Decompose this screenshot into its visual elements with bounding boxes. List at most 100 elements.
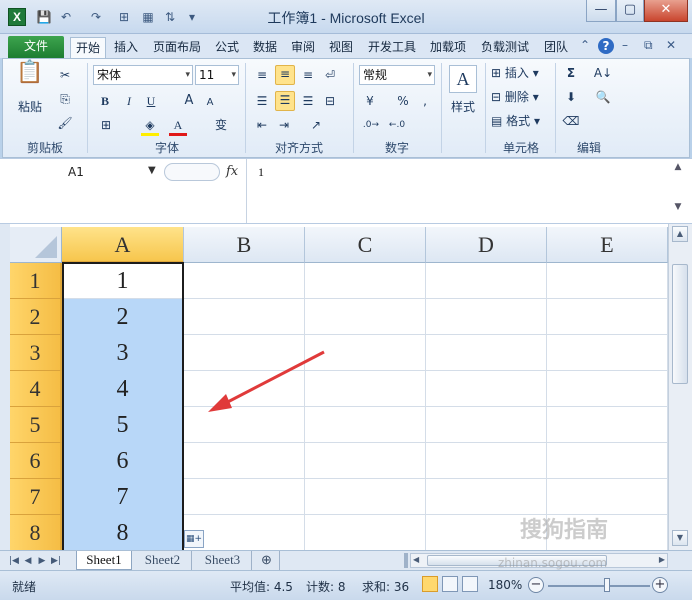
tab-developer[interactable]: 开发工具 — [364, 37, 420, 58]
page-break-view-icon[interactable] — [462, 576, 478, 592]
zoom-slider-thumb[interactable] — [604, 578, 610, 592]
orientation-icon[interactable]: ↗ — [305, 117, 327, 133]
zoom-in-icon[interactable]: + — [652, 577, 668, 593]
formula-scroll-down-icon[interactable]: ▼ — [670, 202, 686, 218]
prev-sheet-button[interactable]: ◀ — [22, 554, 34, 568]
formula-resize-handle[interactable] — [164, 163, 220, 181]
shrink-font-button[interactable]: A — [203, 95, 217, 111]
zoom-level[interactable]: 180% — [488, 578, 522, 592]
cell[interactable] — [547, 299, 668, 335]
align-middle-icon[interactable]: ≡ — [275, 65, 295, 85]
sheet-tab-sheet2[interactable]: Sheet2 — [134, 551, 192, 570]
tab-insert[interactable]: 插入 — [110, 37, 142, 58]
bold-button[interactable]: B — [97, 93, 113, 109]
cell[interactable] — [426, 335, 547, 371]
row-header[interactable]: 2 — [10, 299, 62, 335]
copy-icon[interactable]: ⎘ — [57, 91, 73, 107]
cell[interactable] — [547, 371, 668, 407]
insert-cells-button[interactable]: ⊞ 插入 ▾ — [491, 65, 551, 81]
tab-formulas[interactable]: 公式 — [212, 37, 242, 58]
row-header[interactable]: 5 — [10, 407, 62, 443]
cell-a[interactable]: 8 — [62, 515, 184, 550]
cell[interactable] — [547, 335, 668, 371]
tab-page-layout[interactable]: 页面布局 — [148, 37, 206, 58]
insert-function-icon[interactable]: fx — [226, 164, 238, 179]
increase-decimal-icon[interactable]: .0→ — [361, 117, 381, 133]
font-color-icon[interactable]: A — [169, 117, 187, 136]
cell[interactable] — [426, 263, 547, 299]
row-header[interactable]: 8 — [10, 515, 62, 550]
paste-button[interactable]: 粘贴 — [15, 99, 45, 115]
first-sheet-button[interactable]: |◀ — [8, 554, 20, 568]
styles-icon[interactable]: A — [449, 65, 477, 93]
cell-a[interactable]: 1 — [62, 263, 184, 299]
collapse-ribbon-icon[interactable]: ⌃ — [580, 38, 590, 54]
insert-sheet-icon[interactable]: ⊕ — [254, 551, 280, 570]
cell[interactable] — [184, 263, 305, 299]
close-button[interactable]: ✕ — [644, 0, 688, 22]
format-cells-button[interactable]: ▤ 格式 ▾ — [491, 113, 551, 129]
font-name-combo[interactable]: 宋体 ▾ — [93, 65, 193, 85]
underline-button[interactable]: U — [143, 93, 159, 109]
cut-icon[interactable]: ✂ — [57, 67, 73, 83]
cell-a[interactable]: 6 — [62, 443, 184, 479]
cell-a[interactable]: 7 — [62, 479, 184, 515]
tab-data[interactable]: 数据 — [250, 37, 280, 58]
last-sheet-button[interactable]: ▶| — [50, 554, 62, 568]
clear-icon[interactable]: ⌫ — [561, 113, 581, 129]
vertical-scroll-thumb[interactable] — [672, 264, 688, 384]
align-right-icon[interactable]: ☰ — [299, 93, 317, 109]
help-icon[interactable]: ? — [598, 38, 614, 54]
paste-icon[interactable]: 📋 — [15, 62, 45, 95]
cell[interactable] — [305, 299, 426, 335]
cell[interactable] — [305, 479, 426, 515]
sort-filter-icon[interactable]: A↓ — [591, 65, 615, 81]
autofill-options-icon[interactable]: ▦+ — [184, 530, 204, 548]
scroll-down-button[interactable]: ▼ — [672, 530, 688, 546]
wrap-text-icon[interactable]: ⏎ — [321, 67, 339, 83]
decrease-indent-icon[interactable]: ⇤ — [253, 117, 271, 133]
align-left-icon[interactable]: ☰ — [253, 93, 271, 109]
cell-a[interactable]: 5 — [62, 407, 184, 443]
phonetic-button[interactable]: 变 — [211, 117, 231, 133]
doc-close-icon[interactable]: ✕ — [666, 38, 676, 54]
tab-addins[interactable]: 加载项 — [426, 37, 470, 58]
minimize-button[interactable]: — — [586, 0, 616, 22]
cell[interactable] — [426, 371, 547, 407]
fill-icon[interactable]: ⬇ — [561, 89, 581, 105]
align-bottom-icon[interactable]: ≡ — [299, 67, 317, 83]
row-header[interactable]: 4 — [10, 371, 62, 407]
scroll-right-button[interactable]: ▶ — [659, 555, 665, 564]
restore-button[interactable]: ▢ — [616, 0, 644, 22]
cell[interactable] — [547, 443, 668, 479]
cell[interactable] — [305, 515, 426, 550]
tab-review[interactable]: 审阅 — [288, 37, 318, 58]
tab-split-handle[interactable] — [404, 553, 408, 568]
cell-a[interactable]: 4 — [62, 371, 184, 407]
align-center-icon[interactable]: ☰ — [275, 91, 295, 111]
zoom-slider-track[interactable] — [548, 585, 650, 587]
sheet-tab-sheet1[interactable]: Sheet1 — [76, 551, 132, 570]
column-header-a[interactable]: A — [62, 227, 184, 263]
worksheet-grid[interactable]: A B C D E 1122334455667788 — [0, 224, 668, 550]
row-header[interactable]: 1 — [10, 263, 62, 299]
next-sheet-button[interactable]: ▶ — [36, 554, 48, 568]
sheet-tab-sheet3[interactable]: Sheet3 — [194, 551, 252, 570]
zoom-out-icon[interactable]: − — [528, 577, 544, 593]
cell[interactable] — [547, 407, 668, 443]
fill-color-icon[interactable]: ◈ — [141, 117, 159, 136]
cell[interactable] — [426, 299, 547, 335]
row-header[interactable]: 3 — [10, 335, 62, 371]
column-header-b[interactable]: B — [184, 227, 305, 263]
decrease-decimal-icon[interactable]: ←.0 — [387, 117, 407, 133]
autosum-button[interactable]: Σ — [561, 65, 581, 81]
borders-icon[interactable]: ⊞ — [97, 117, 115, 133]
page-layout-view-icon[interactable] — [442, 576, 458, 592]
scroll-up-button[interactable]: ▲ — [672, 226, 688, 242]
cell[interactable] — [426, 407, 547, 443]
increase-indent-icon[interactable]: ⇥ — [275, 117, 293, 133]
styles-button[interactable]: 样式 — [445, 99, 481, 115]
formula-scroll-up-icon[interactable]: ▲ — [670, 162, 686, 178]
cell[interactable] — [184, 299, 305, 335]
cell[interactable] — [305, 443, 426, 479]
